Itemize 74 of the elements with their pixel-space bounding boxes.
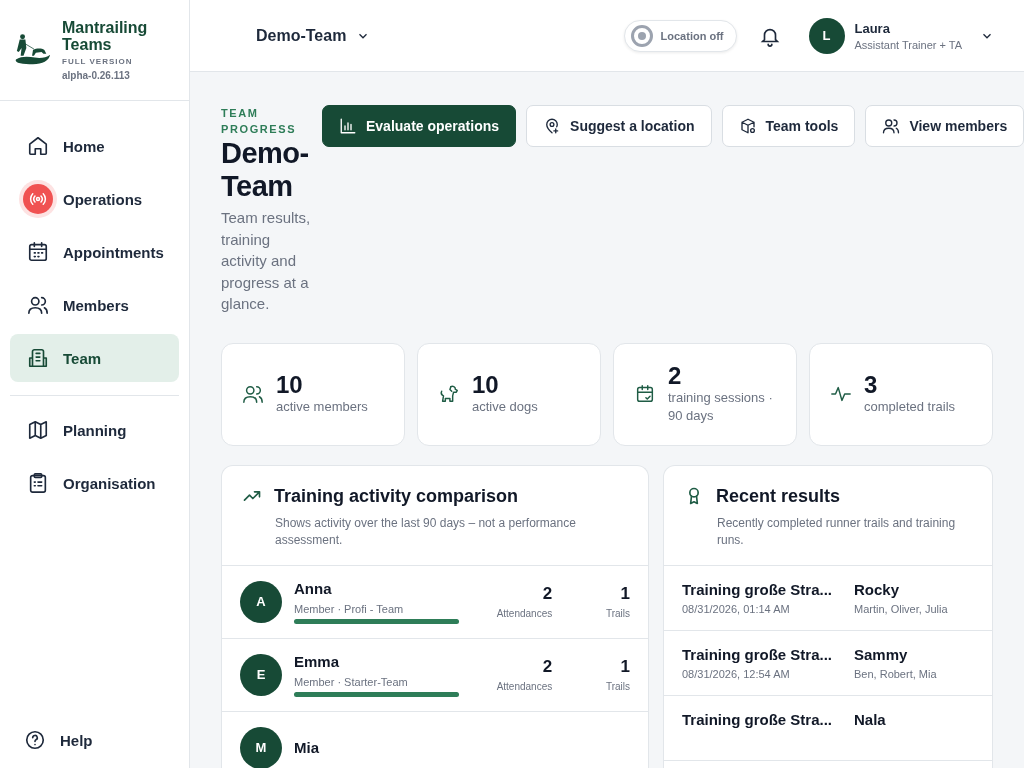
member-name: Emma bbox=[294, 652, 341, 670]
building-icon bbox=[27, 347, 49, 369]
stat-value: 2 bbox=[668, 363, 683, 390]
trail-name: Training große Stra... bbox=[682, 645, 834, 663]
nav-item[interactable]: Organisation bbox=[10, 459, 179, 507]
trail-count: 1 bbox=[620, 584, 630, 605]
member-avatar: M bbox=[240, 726, 282, 768]
stat-label: training sessions · 90 days bbox=[668, 389, 774, 426]
app-name: Mantrailing Teams bbox=[62, 19, 149, 53]
page-description: Team results, training activity and progress at a glance. bbox=[221, 208, 312, 315]
people-icon bbox=[882, 117, 901, 135]
trail-count: 1 bbox=[620, 657, 630, 678]
member-meta: Member · Profi - Team bbox=[294, 602, 405, 615]
panel-subtitle: Shows activity over the last 90 days – not a performance assessment. bbox=[275, 514, 577, 549]
stat-label: active dogs bbox=[472, 398, 538, 417]
location-toggle[interactable]: Location off bbox=[623, 19, 737, 52]
calendar-icon bbox=[27, 241, 49, 263]
trail-name: Training große Stra... bbox=[682, 710, 834, 728]
member-meta: Member · Starter-Team bbox=[294, 675, 409, 688]
action-button[interactable]: Evaluate operations bbox=[322, 105, 517, 147]
user-name: Laura bbox=[854, 20, 891, 36]
help-icon bbox=[24, 729, 46, 751]
bar-chart-icon bbox=[339, 117, 357, 135]
edition-label: FULL VERSION bbox=[62, 57, 134, 66]
action-button[interactable]: Suggest a location bbox=[526, 105, 712, 147]
participants: Martin, Oliver, Julia bbox=[854, 602, 948, 615]
nav-item[interactable]: Planning bbox=[10, 406, 179, 454]
action-button[interactable]: Team tools bbox=[721, 105, 856, 147]
stat-label: completed trails bbox=[864, 398, 956, 417]
version-label: alpha-0.26.113 bbox=[62, 70, 131, 81]
help-link[interactable]: Help bbox=[10, 716, 179, 764]
attendance-count: 2 bbox=[542, 584, 553, 605]
member-name: Mia bbox=[294, 739, 320, 757]
page-title: Demo-Team bbox=[221, 137, 310, 203]
participants: Ben, Robert, Mia bbox=[854, 667, 937, 680]
eyebrow-label: TEAM PROGRESS bbox=[221, 106, 298, 137]
result-time: 08/31/2026, 12:54 AM bbox=[682, 667, 791, 680]
trail-label: Trails bbox=[605, 608, 630, 620]
member-name: Anna bbox=[294, 579, 333, 597]
broadcast-icon bbox=[23, 184, 53, 214]
attendance-count: 2 bbox=[542, 657, 553, 678]
result-time: 08/31/2026, 01:14 AM bbox=[682, 602, 791, 615]
dog-name: Sammy bbox=[854, 645, 909, 663]
attendance-label: Attendances bbox=[496, 681, 553, 693]
box-icon bbox=[738, 117, 757, 135]
home-icon bbox=[27, 135, 49, 157]
user-role: Assistant Trainer + TA bbox=[854, 38, 962, 51]
panel-subtitle: Recently completed runner trails and training runs. bbox=[717, 514, 957, 549]
nav-item[interactable]: Operations bbox=[10, 175, 179, 223]
nav-item[interactable]: Team bbox=[10, 334, 179, 382]
member-avatar: A bbox=[240, 580, 282, 623]
nav-item[interactable]: Members bbox=[10, 281, 179, 329]
panel-title: Training activity comparison bbox=[274, 485, 519, 507]
panel-title: Recent results bbox=[716, 485, 841, 507]
trail-name: Training große Stra... bbox=[682, 580, 834, 598]
nav-item[interactable]: Appointments bbox=[10, 228, 179, 276]
dog-name: Rocky bbox=[854, 580, 901, 598]
map-icon bbox=[27, 419, 49, 441]
stat-value: 3 bbox=[864, 372, 879, 399]
location-status-icon bbox=[630, 24, 653, 47]
people-icon bbox=[242, 383, 264, 406]
member-avatar: E bbox=[240, 653, 282, 696]
dog-name: Nala bbox=[854, 710, 886, 728]
attendance-label: Attendances bbox=[496, 608, 553, 620]
stat-value: 10 bbox=[472, 372, 500, 399]
people-icon bbox=[27, 294, 49, 316]
stat-value: 10 bbox=[276, 372, 304, 399]
trail-label: Trails bbox=[605, 681, 630, 693]
stat-label: active members bbox=[276, 398, 368, 417]
team-selector[interactable]: Demo-Team bbox=[256, 26, 371, 45]
user-avatar[interactable]: L bbox=[808, 17, 845, 54]
nav-item[interactable]: Home bbox=[10, 122, 179, 170]
clipboard-icon bbox=[27, 472, 49, 494]
action-button[interactable]: View members bbox=[865, 105, 1024, 147]
